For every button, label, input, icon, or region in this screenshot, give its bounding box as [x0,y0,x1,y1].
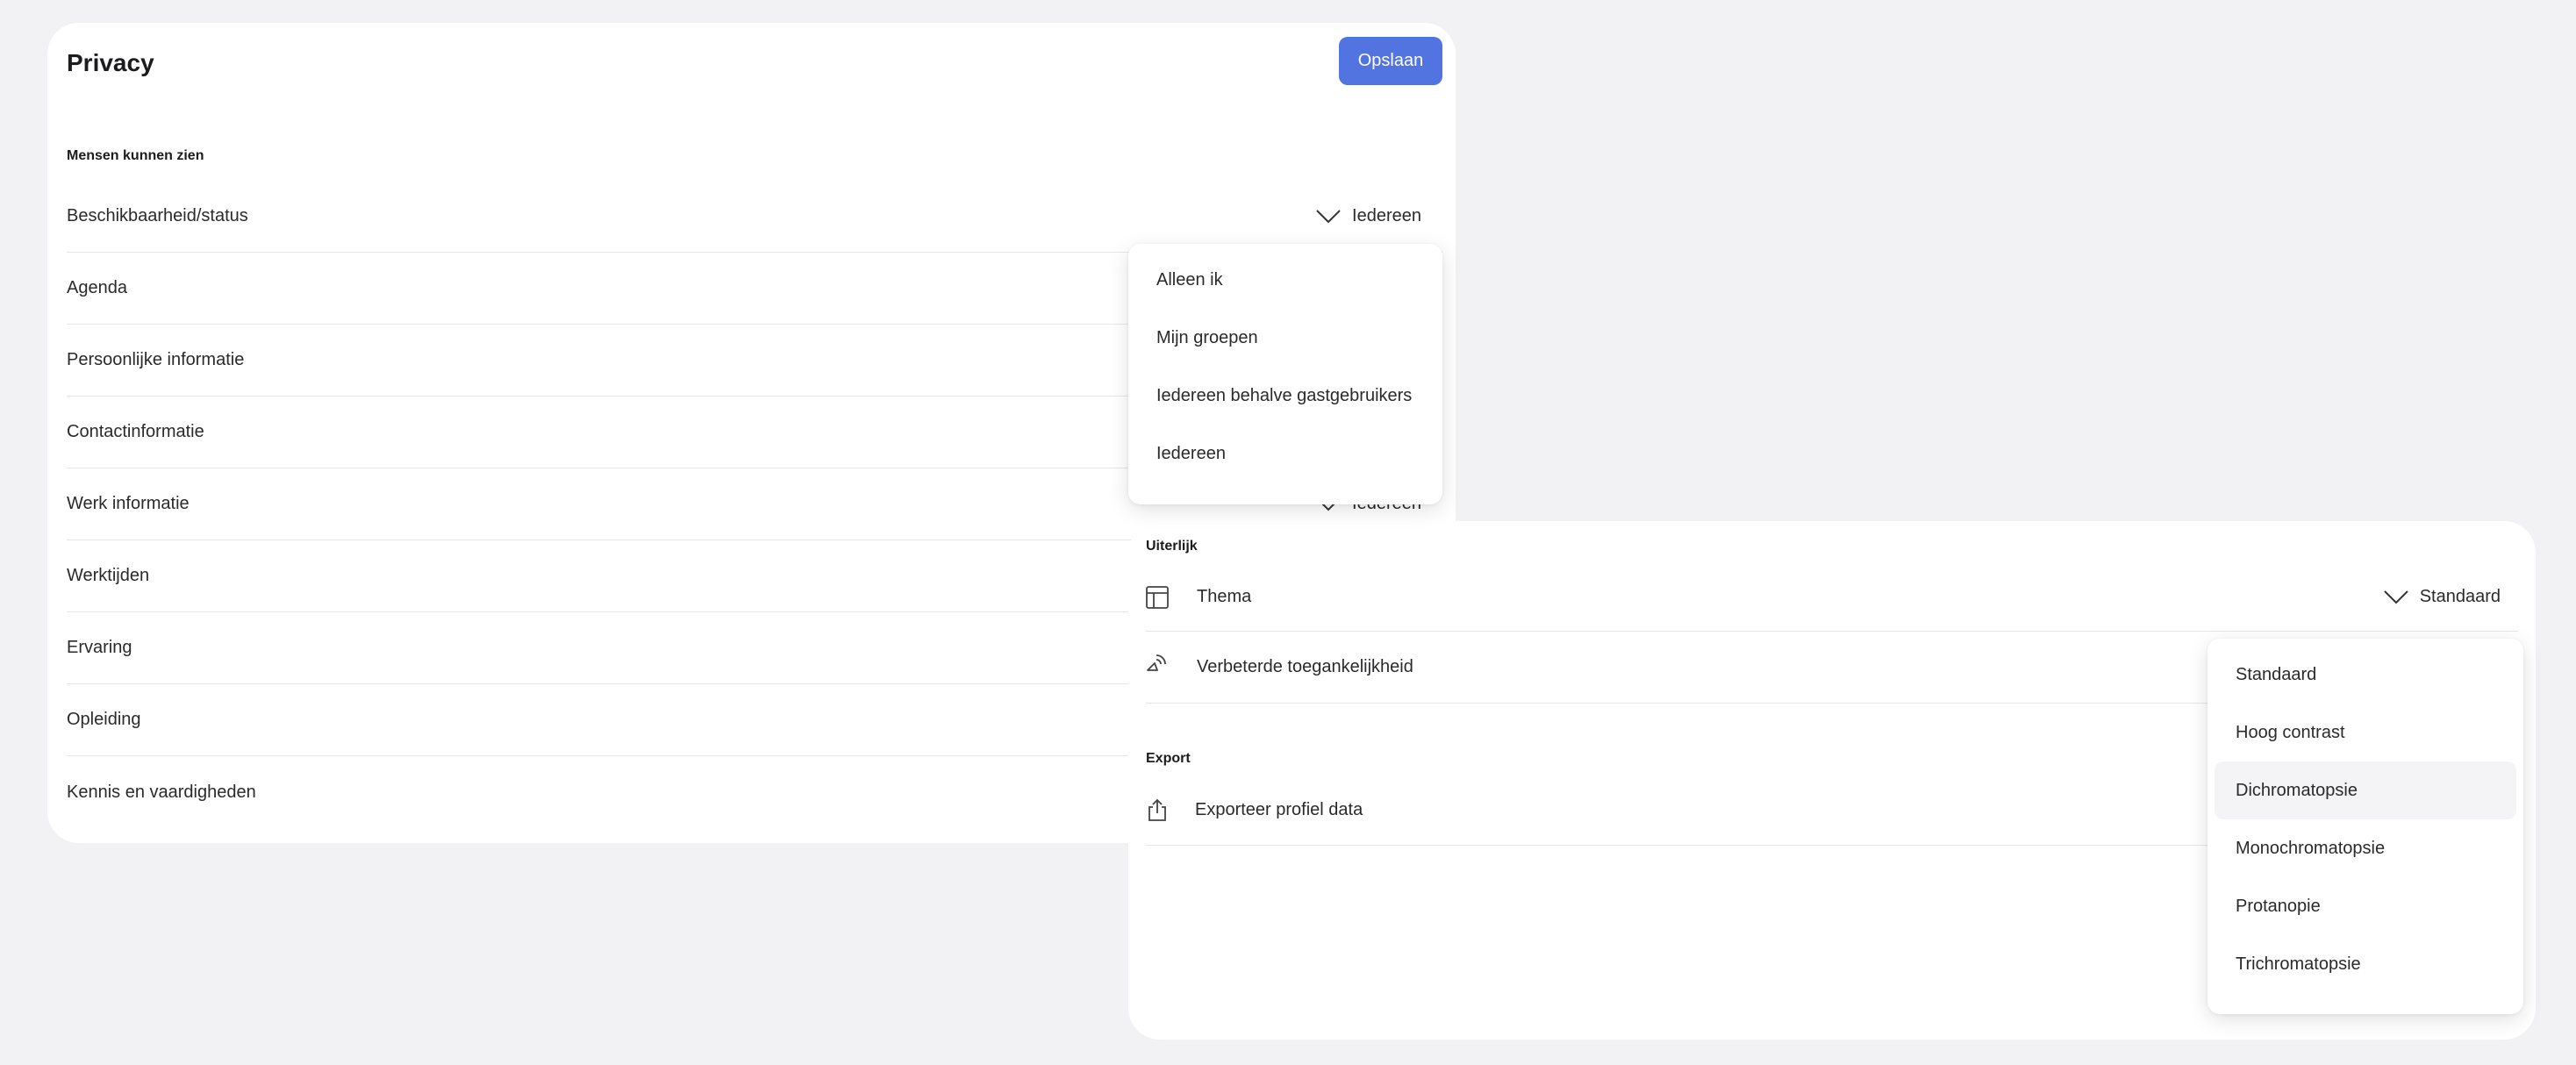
row-label: Werk informatie [67,494,190,513]
visibility-dropdown-menu: Alleen ik Mijn groepen Iedereen behalve … [1128,244,1442,504]
select-value: Iedereen [1352,206,1421,225]
dropdown-option-trichromatopsia[interactable]: Trichromatopsie [2215,935,2516,993]
row-label: Contactinformatie [67,422,204,441]
row-label: Exporteer profiel data [1195,800,1363,819]
section-heading-people-can-see: Mensen kunnen zien [67,148,204,163]
appearance-row-theme[interactable]: Thema Standaard [1146,563,2518,632]
layout-icon [1146,586,1169,609]
theme-select[interactable]: Standaard [2383,587,2501,607]
dropdown-option-high-contrast[interactable]: Hoog contrast [2215,704,2516,761]
chevron-down-icon [1316,209,1341,223]
row-label: Agenda [67,278,127,297]
row-label: Verbeterde toegankelijkheid [1197,657,1413,676]
share-icon [1148,798,1166,821]
visibility-select[interactable]: Iedereen [1315,206,1421,226]
row-label: Ervaring [67,638,132,657]
row-label: Kennis en vaardigheden [67,782,256,802]
row-label: Werktijden [67,566,150,585]
dropdown-option-only-me[interactable]: Alleen ik [1135,251,1435,309]
row-label: Thema [1197,587,1252,606]
select-value: Standaard [2419,587,2501,606]
save-button[interactable]: Opslaan [1339,37,1442,85]
accessibility-icon [1147,654,1166,671]
section-heading-export: Export [1146,751,1191,766]
section-heading-appearance: Uiterlijk [1146,539,1198,554]
dropdown-option-protanopia[interactable]: Protanopie [2215,877,2516,935]
page-title: Privacy [67,49,154,76]
dropdown-option-everyone[interactable]: Iedereen [1135,425,1435,482]
chevron-down-icon [2383,590,2408,604]
dropdown-option-standard[interactable]: Standaard [2215,646,2516,704]
dropdown-option-my-groups[interactable]: Mijn groepen [1135,309,1435,367]
dropdown-option-everyone-except-guests[interactable]: Iedereen behalve gastgebruikers [1135,367,1435,425]
row-label: Opleiding [67,710,141,729]
privacy-row-availability[interactable]: Beschikbaarheid/status Iedereen [67,181,1442,253]
row-label: Beschikbaarheid/status [67,206,248,225]
theme-dropdown-menu: Standaard Hoog contrast Dichromatopsie M… [2207,639,2523,1014]
dropdown-option-monochromatopsia[interactable]: Monochromatopsie [2215,819,2516,877]
dropdown-option-dichromatopsia[interactable]: Dichromatopsie [2215,761,2516,819]
row-label: Persoonlijke informatie [67,350,245,369]
